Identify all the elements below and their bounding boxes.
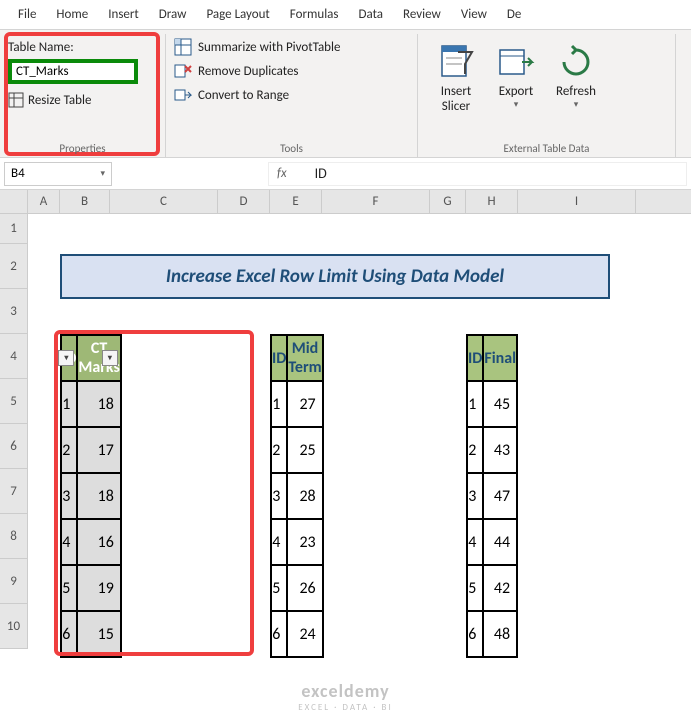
row-header-6[interactable]: 6 <box>0 424 28 469</box>
formula-value: ID <box>315 165 327 182</box>
row-header-7[interactable]: 7 <box>0 469 28 514</box>
table-final[interactable]: IDFinal 145 243 347 444 542 648 <box>466 334 518 658</box>
row-header-4[interactable]: 4 <box>0 334 28 379</box>
tab-formulas[interactable]: Formulas <box>280 2 349 27</box>
duplicates-icon <box>174 62 192 80</box>
ribbon-tab-row: File Home Insert Draw Page Layout Formul… <box>0 0 691 30</box>
table-row[interactable]: 624 <box>271 611 323 657</box>
table-row[interactable]: 526 <box>271 565 323 611</box>
highlight-table <box>54 330 254 656</box>
mid-header-id[interactable]: ID <box>271 335 287 381</box>
tab-insert[interactable]: Insert <box>98 2 149 27</box>
table-row[interactable]: 225 <box>271 427 323 473</box>
ribbon-content: Table Name: Resize Table Properties Summ… <box>0 30 691 158</box>
col-header-g[interactable]: G <box>430 190 466 213</box>
group-label-extdata: External Table Data <box>418 142 675 155</box>
mid-header-mid[interactable]: Mid Term <box>287 335 322 381</box>
chevron-down-icon: ▾ <box>574 99 579 110</box>
final-header-id[interactable]: ID <box>467 335 483 381</box>
insert-slicer-button[interactable]: Insert Slicer <box>426 38 486 153</box>
pivot-icon <box>174 38 192 56</box>
row-header-2[interactable]: 2 <box>0 244 28 289</box>
tab-draw[interactable]: Draw <box>149 2 197 27</box>
export-button[interactable]: Export ▾ <box>486 38 546 153</box>
table-row[interactable]: 243 <box>467 427 517 473</box>
row-header-1[interactable]: 1 <box>0 214 28 244</box>
row-header-3[interactable]: 3 <box>0 289 28 334</box>
col-header-e[interactable]: E <box>270 190 322 213</box>
refresh-icon <box>556 42 596 82</box>
group-external-data: Insert Slicer Export ▾ Refresh ▾ Externa… <box>418 34 676 157</box>
col-header-b[interactable]: B <box>60 190 110 213</box>
table-row[interactable]: 648 <box>467 611 517 657</box>
table-row[interactable]: 328 <box>271 473 323 519</box>
col-header-d[interactable]: D <box>218 190 270 213</box>
table-row[interactable]: 347 <box>467 473 517 519</box>
row-headers: 1 2 3 4 5 6 7 8 9 10 <box>0 214 28 649</box>
group-properties: Table Name: Resize Table Properties <box>0 34 166 157</box>
watermark: exceldemy EXCEL · DATA · BI <box>298 680 392 713</box>
highlight-properties <box>4 32 160 156</box>
refresh-button[interactable]: Refresh ▾ <box>546 38 606 153</box>
tab-pagelayout[interactable]: Page Layout <box>196 2 279 27</box>
final-header-final[interactable]: Final <box>483 335 517 381</box>
row-header-8[interactable]: 8 <box>0 514 28 559</box>
row-header-5[interactable]: 5 <box>0 379 28 424</box>
slicer-icon <box>436 42 476 82</box>
worksheet[interactable]: 1 2 3 4 5 6 7 8 9 10 Increase Excel Row … <box>0 214 691 714</box>
group-label-properties: Properties <box>0 142 165 155</box>
table-row[interactable]: 542 <box>467 565 517 611</box>
tab-home[interactable]: Home <box>46 2 98 27</box>
table-row[interactable]: 423 <box>271 519 323 565</box>
select-all-corner[interactable] <box>0 190 28 213</box>
formula-bar: B4 ▾ fx ID <box>0 158 691 190</box>
row-header-10[interactable]: 10 <box>0 604 28 649</box>
export-icon <box>496 42 536 82</box>
title-banner: Increase Excel Row Limit Using Data Mode… <box>60 254 610 299</box>
group-tools: Summarize with PivotTable Remove Duplica… <box>166 34 418 157</box>
table-row[interactable]: 145 <box>467 381 517 427</box>
table-row[interactable]: 444 <box>467 519 517 565</box>
group-label-tools: Tools <box>166 142 417 155</box>
row-header-9[interactable]: 9 <box>0 559 28 604</box>
summarize-pivot-button[interactable]: Summarize with PivotTable <box>174 38 409 56</box>
tab-data[interactable]: Data <box>349 2 394 27</box>
fx-icon[interactable]: fx <box>277 166 287 181</box>
remove-duplicates-button[interactable]: Remove Duplicates <box>174 62 409 80</box>
col-header-h[interactable]: H <box>466 190 518 213</box>
name-box[interactable]: B4 ▾ <box>4 162 112 186</box>
tab-review[interactable]: Review <box>393 2 451 27</box>
col-header-i[interactable]: I <box>518 190 636 213</box>
tab-view[interactable]: View <box>451 2 497 27</box>
convert-range-button[interactable]: Convert to Range <box>174 86 409 104</box>
chevron-down-icon[interactable]: ▾ <box>100 168 105 179</box>
chevron-down-icon: ▾ <box>514 99 519 110</box>
col-header-a[interactable]: A <box>28 190 60 213</box>
col-header-c[interactable]: C <box>110 190 218 213</box>
tab-developer[interactable]: De <box>497 2 531 27</box>
formula-area[interactable]: fx ID <box>268 162 687 186</box>
convert-icon <box>174 86 192 104</box>
column-headers: A B C D E F G H I <box>0 190 691 214</box>
table-row[interactable]: 127 <box>271 381 323 427</box>
tab-file[interactable]: File <box>8 2 46 27</box>
table-mid-term[interactable]: IDMid Term 127 225 328 423 526 624 <box>270 334 324 658</box>
col-header-f[interactable]: F <box>322 190 430 213</box>
